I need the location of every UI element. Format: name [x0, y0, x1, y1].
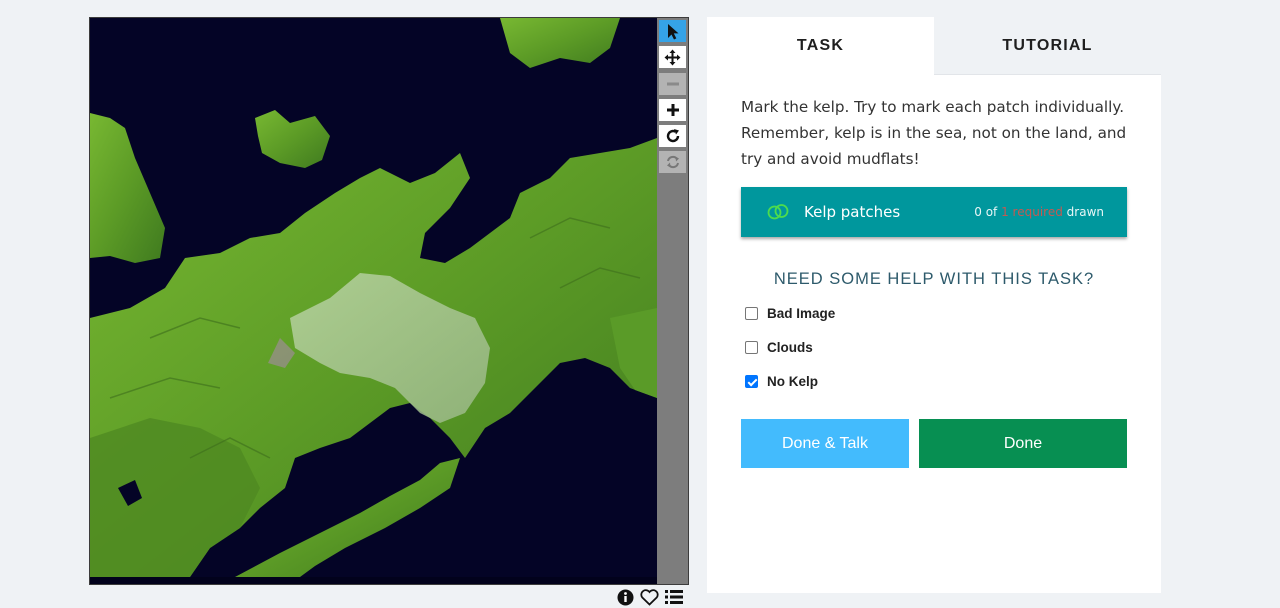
tab-tutorial[interactable]: TUTORIAL	[934, 17, 1161, 75]
heart-icon[interactable]	[640, 588, 659, 606]
kelp-patches-tool-button[interactable]: Kelp patches 0 of 1 required drawn	[741, 187, 1127, 237]
done-and-talk-button[interactable]: Done & Talk	[741, 419, 909, 468]
image-toolbar	[657, 18, 688, 584]
tab-task[interactable]: TASK	[707, 17, 934, 75]
help-title: NEED SOME HELP WITH THIS TASK?	[773, 270, 1095, 288]
info-icon[interactable]	[617, 589, 634, 606]
option-label: No Kelp	[767, 374, 819, 389]
zoom-out-button[interactable]	[659, 73, 686, 95]
two-circles-icon	[767, 203, 789, 221]
pointer-arrow-icon	[666, 23, 680, 40]
rotate-button[interactable]	[659, 125, 686, 147]
count-required: 1 required	[1001, 205, 1063, 219]
count-prefix: 0 of	[974, 205, 998, 219]
zoom-in-button[interactable]	[659, 99, 686, 121]
tool-count: 0 of 1 required drawn	[974, 205, 1104, 219]
reset-button[interactable]	[659, 151, 686, 173]
task-tabs: TASK TUTORIAL	[707, 17, 1161, 75]
clouds-checkbox[interactable]	[745, 341, 758, 354]
option-label: Clouds	[767, 340, 813, 355]
satellite-image-graphic	[90, 18, 657, 577]
done-button[interactable]: Done	[919, 419, 1127, 468]
task-panel: TASK TUTORIAL Mark the kelp. Try to mark…	[707, 17, 1161, 593]
no-kelp-checkbox[interactable]	[745, 375, 758, 388]
option-label: Bad Image	[767, 306, 836, 321]
count-suffix: drawn	[1066, 205, 1104, 219]
option-no-kelp[interactable]: No Kelp	[745, 374, 818, 389]
option-clouds[interactable]: Clouds	[745, 340, 813, 355]
task-instruction: Mark the kelp. Try to mark each patch in…	[741, 98, 1127, 168]
move-icon	[664, 49, 681, 66]
rotate-icon	[665, 128, 681, 144]
satellite-image[interactable]	[90, 18, 657, 577]
pan-tool-button[interactable]	[659, 46, 686, 68]
option-bad-image[interactable]: Bad Image	[745, 306, 835, 321]
tool-label: Kelp patches	[804, 203, 901, 221]
annotate-tool-button[interactable]	[659, 20, 686, 42]
image-footer-actions	[617, 587, 683, 607]
reset-icon	[665, 154, 681, 170]
list-icon[interactable]	[665, 589, 683, 605]
plus-icon	[666, 103, 680, 117]
bad-image-checkbox[interactable]	[745, 307, 758, 320]
minus-icon	[666, 77, 680, 91]
image-viewer[interactable]	[89, 17, 689, 585]
